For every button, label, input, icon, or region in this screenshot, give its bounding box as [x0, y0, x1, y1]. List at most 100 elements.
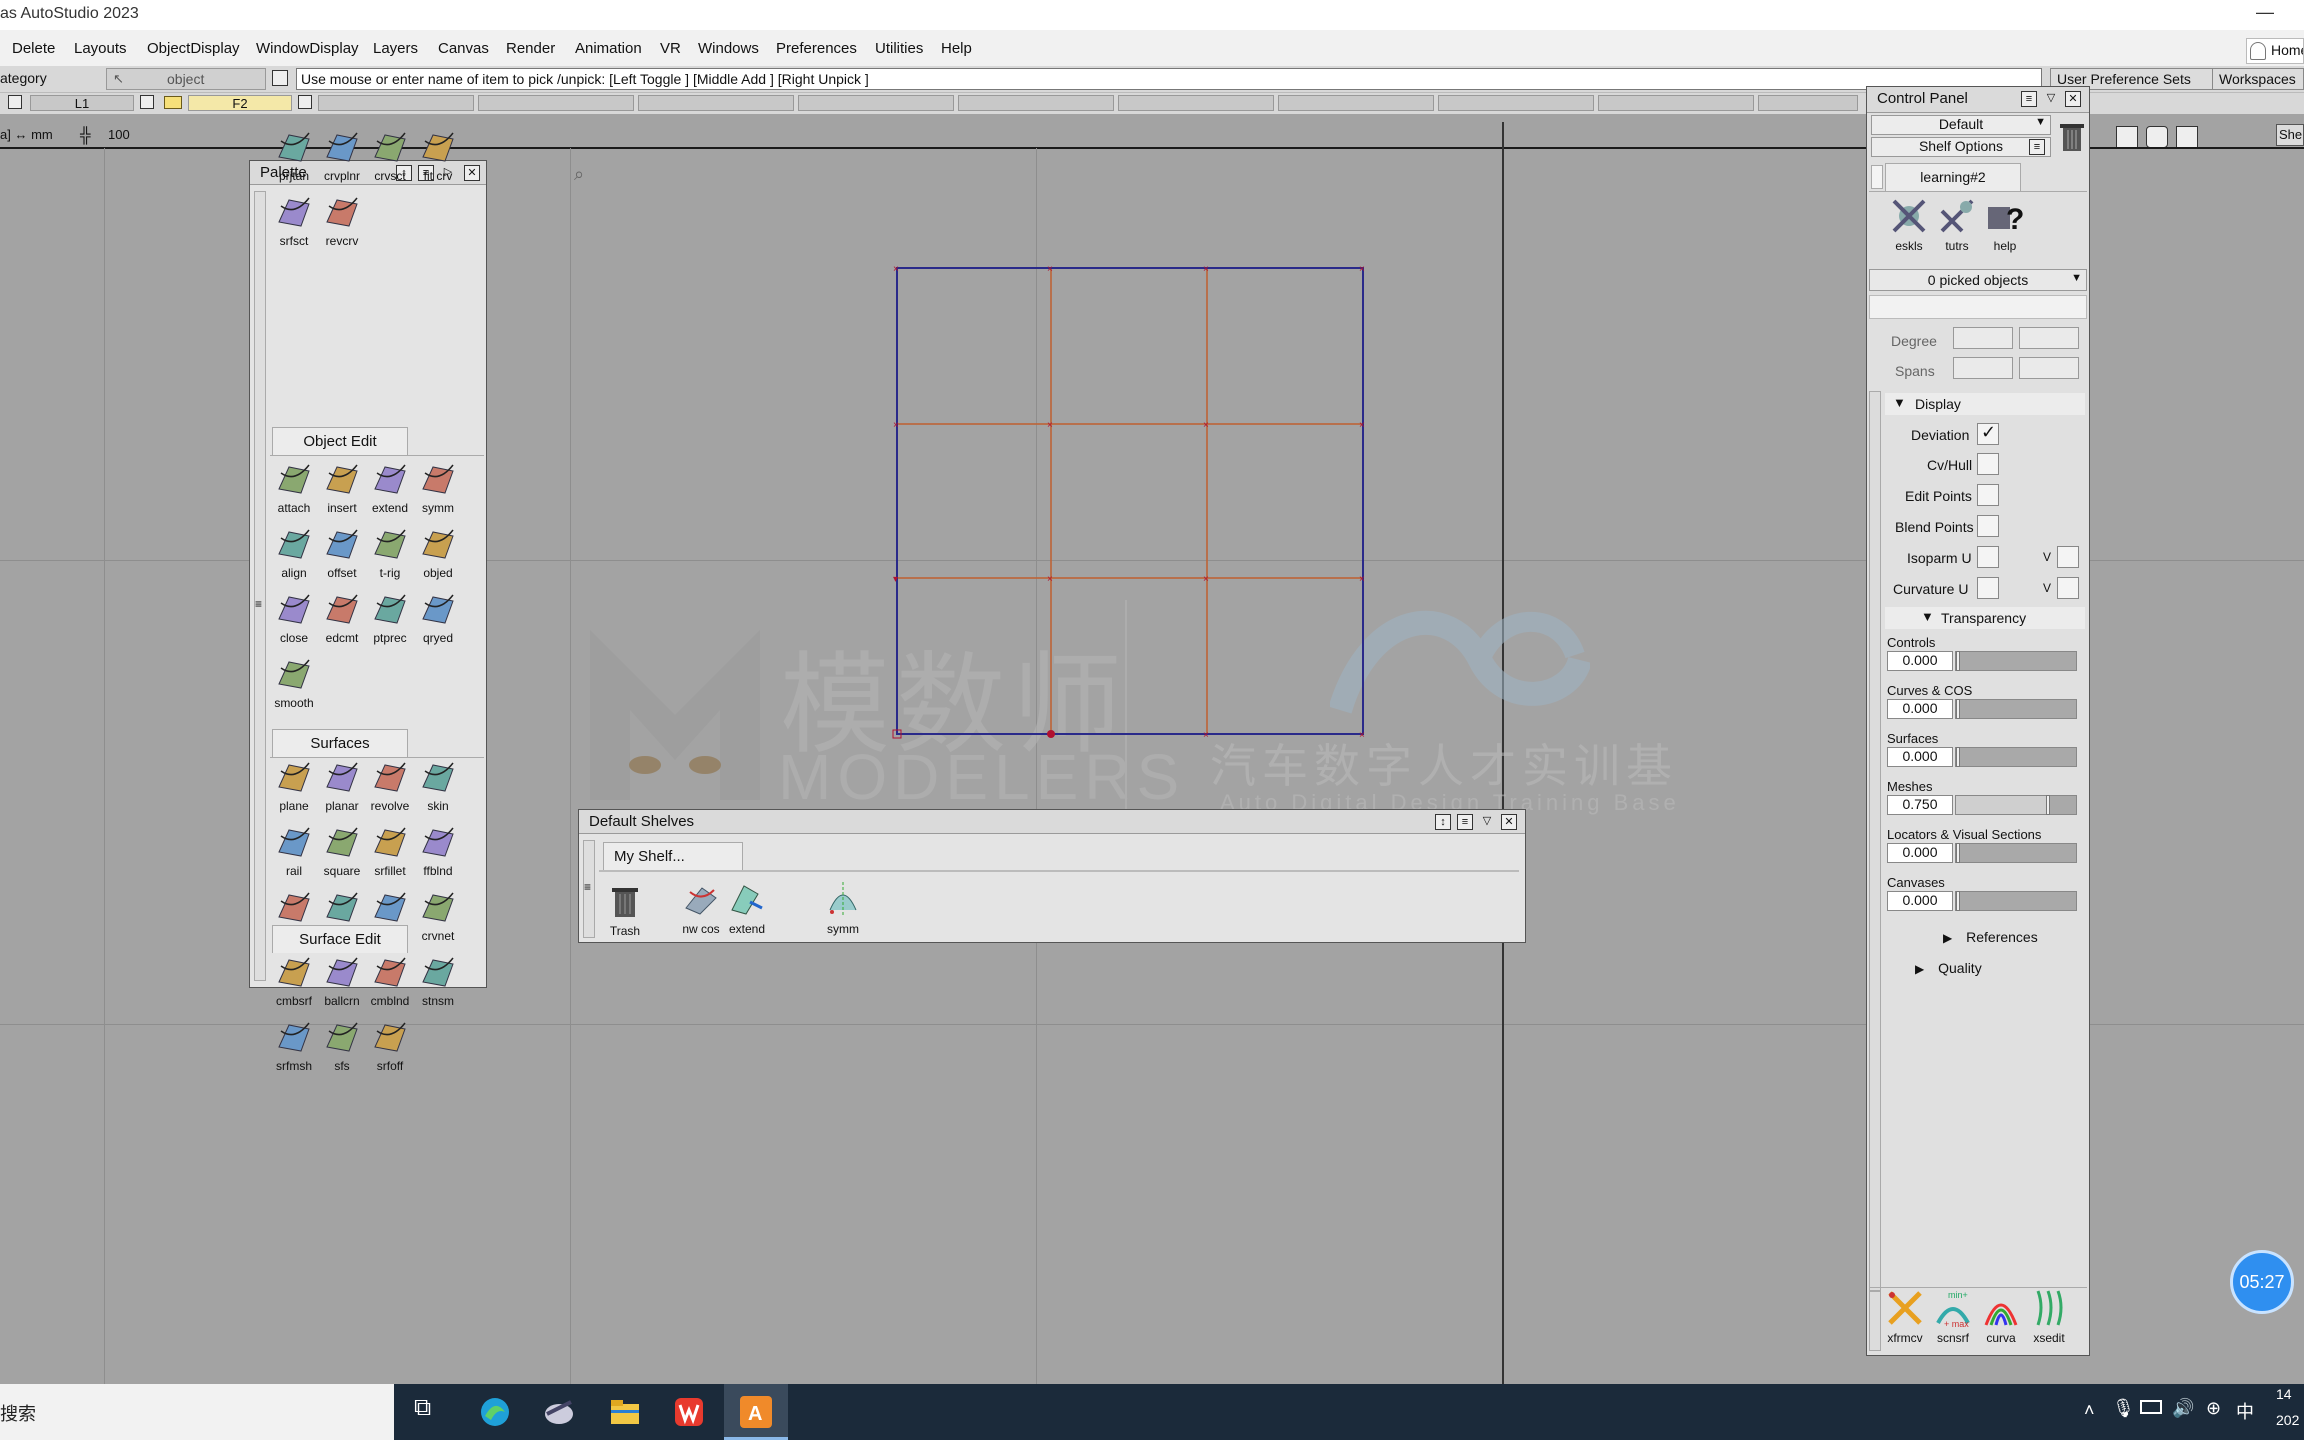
shelf-options-button[interactable]: Shelf Options	[1871, 137, 2051, 157]
tool-t-rig[interactable]: t-rig	[366, 522, 414, 586]
menu-animation[interactable]: Animation	[575, 40, 642, 57]
autostudio-chip-icon[interactable]	[540, 1394, 578, 1430]
tool-smooth[interactable]: smooth	[270, 652, 318, 716]
edge-browser-icon[interactable]	[476, 1394, 514, 1430]
slider-handle[interactable]	[1956, 891, 1960, 911]
shelf-scroll[interactable]	[1871, 165, 1883, 189]
view-frame-icon[interactable]	[2116, 126, 2138, 148]
tool-cmbsrf[interactable]: cmbsrf	[270, 950, 318, 1014]
isoparm-u-checkbox[interactable]	[1977, 546, 1999, 568]
shelf-extend[interactable]: extend	[723, 878, 771, 942]
layer-f2[interactable]: F2	[188, 95, 292, 111]
list-menu-icon[interactable]: ≡	[2021, 91, 2037, 107]
home-button[interactable]: Home	[2246, 38, 2304, 64]
ime-indicator[interactable]: 中	[2236, 1398, 2254, 1424]
display-section-header[interactable]: ▼ Display	[1885, 393, 2085, 415]
tool-square[interactable]: square	[318, 820, 366, 884]
tool-planar[interactable]: planar	[318, 755, 366, 819]
transparency-controls-input[interactable]: 0.000	[1887, 651, 1953, 671]
drag-handle-icon[interactable]: ≡	[255, 597, 262, 611]
tool-symm[interactable]: symm	[414, 457, 462, 521]
shelf-eskls[interactable]: eskls	[1885, 195, 1933, 259]
tool-objed[interactable]: objed	[414, 522, 462, 586]
tool-insert[interactable]: insert	[318, 457, 366, 521]
list-menu-icon[interactable]: ≡	[2029, 139, 2045, 155]
panel-scrollbar[interactable]	[1869, 391, 1881, 1291]
shelf-curva[interactable]: curva	[1977, 1287, 2025, 1351]
minimize-button[interactable]: —	[2256, 2, 2274, 23]
list-menu-icon[interactable]: ≡	[1457, 814, 1473, 830]
expand-icon[interactable]: ↕	[1435, 814, 1451, 830]
tool-qryed[interactable]: qryed	[414, 587, 462, 651]
layer-slot[interactable]	[958, 95, 1114, 111]
shelf-help[interactable]: ? help	[1981, 195, 2029, 259]
microphone-icon[interactable]: 🎙	[2112, 1398, 2135, 1419]
spans-v-field[interactable]	[2019, 357, 2079, 379]
layer-l1[interactable]: L1	[30, 95, 134, 111]
menu-utilities[interactable]: Utilities	[875, 40, 923, 57]
slider-handle[interactable]	[2046, 795, 2050, 815]
palette-scrollbar[interactable]	[254, 191, 266, 981]
layer-slot[interactable]	[638, 95, 794, 111]
view-move-icon[interactable]	[2176, 126, 2198, 148]
tool-attach[interactable]: attach	[270, 457, 318, 521]
pick-mode-field[interactable]: ↖ object	[106, 68, 266, 90]
menu-windowdisplay[interactable]: WindowDisplay	[256, 40, 359, 57]
prompt-line-input[interactable]: Use mouse or enter name of item to pick …	[296, 68, 2042, 90]
tool-close[interactable]: close	[270, 587, 318, 651]
layer-slot[interactable]	[798, 95, 954, 111]
edit-points-checkbox[interactable]	[1977, 484, 1999, 506]
blend-points-checkbox[interactable]	[1977, 515, 1999, 537]
preset-dropdown[interactable]: Default ▼	[1871, 115, 2051, 135]
shelf-nw-cos[interactable]: nw cos	[677, 878, 725, 942]
control-points[interactable]: × × × × × × × × ▾ × × × × ×	[892, 264, 1365, 740]
transparency-canvases-input[interactable]: 0.000	[1887, 891, 1953, 911]
taskbar-search[interactable]: 搜索	[0, 1384, 394, 1440]
layer-checkbox-icon[interactable]	[8, 95, 22, 109]
slider-handle[interactable]	[1956, 843, 1960, 863]
layer-slot[interactable]	[1598, 95, 1754, 111]
tool-cmblnd[interactable]: cmblnd	[366, 950, 414, 1014]
tool-offset[interactable]: offset	[318, 522, 366, 586]
tool-crvnet[interactable]: crvnet	[414, 885, 462, 949]
drag-handle-icon[interactable]: ≡	[584, 880, 591, 894]
tool-fit-crv[interactable]: fit crv	[414, 125, 462, 189]
layer-slot-checkbox[interactable]	[298, 95, 312, 109]
workspaces-button[interactable]: Workspaces	[2212, 68, 2304, 90]
file-explorer-icon[interactable]	[606, 1394, 644, 1430]
shelf-toggle-button[interactable]: She	[2276, 124, 2304, 146]
degree-u-field[interactable]	[1953, 327, 2013, 349]
menu-help[interactable]: Help	[941, 40, 972, 57]
dropdown-icon[interactable]: ▽	[2043, 91, 2059, 107]
transparency-locators-slider[interactable]	[1955, 843, 2077, 863]
tool-crvplnr[interactable]: crvplnr	[318, 125, 366, 189]
layer-slot[interactable]	[1438, 95, 1594, 111]
globe-icon[interactable]: ⊕	[2206, 1398, 2221, 1419]
transparency-controls-slider[interactable]	[1955, 651, 2077, 671]
isoparm-v-checkbox[interactable]	[2057, 546, 2079, 568]
menu-delete[interactable]: Delete	[12, 40, 55, 57]
dropdown-icon[interactable]: ▽	[1479, 814, 1495, 830]
menu-windows[interactable]: Windows	[698, 40, 759, 57]
tool-srfoff[interactable]: srfoff	[366, 1015, 414, 1079]
layer-visible-checkbox[interactable]	[140, 95, 154, 109]
shelf-xsedit[interactable]: xsedit	[2025, 1287, 2073, 1351]
shelf-scnsrf[interactable]: min+ + max scnsrf	[1929, 1287, 1977, 1351]
battery-icon[interactable]	[2140, 1400, 2162, 1414]
tab-my-shelf[interactable]: My Shelf...	[603, 842, 743, 870]
clock-time[interactable]: 14	[2276, 1386, 2292, 1402]
transparency-locators-input[interactable]: 0.000	[1887, 843, 1953, 863]
transparency-curves_cos-input[interactable]: 0.000	[1887, 699, 1953, 719]
menu-render[interactable]: Render	[506, 40, 555, 57]
quality-section[interactable]: ▶ Quality	[1915, 960, 1982, 976]
slider-handle[interactable]	[1956, 747, 1960, 767]
shelf-xfrmcv[interactable]: xfrmcv	[1881, 1287, 1929, 1351]
transparency-curves_cos-slider[interactable]	[1955, 699, 2077, 719]
degree-v-field[interactable]	[2019, 327, 2079, 349]
tool-stnsm[interactable]: stnsm	[414, 950, 462, 1014]
close-icon[interactable]: ✕	[2065, 91, 2081, 107]
picked-objects-dropdown[interactable]: 0 picked objects ▼	[1869, 269, 2087, 291]
tool-extend[interactable]: extend	[366, 457, 414, 521]
tool-sfs[interactable]: sfs	[318, 1015, 366, 1079]
tool-prjtan[interactable]: prjtan	[270, 125, 318, 189]
